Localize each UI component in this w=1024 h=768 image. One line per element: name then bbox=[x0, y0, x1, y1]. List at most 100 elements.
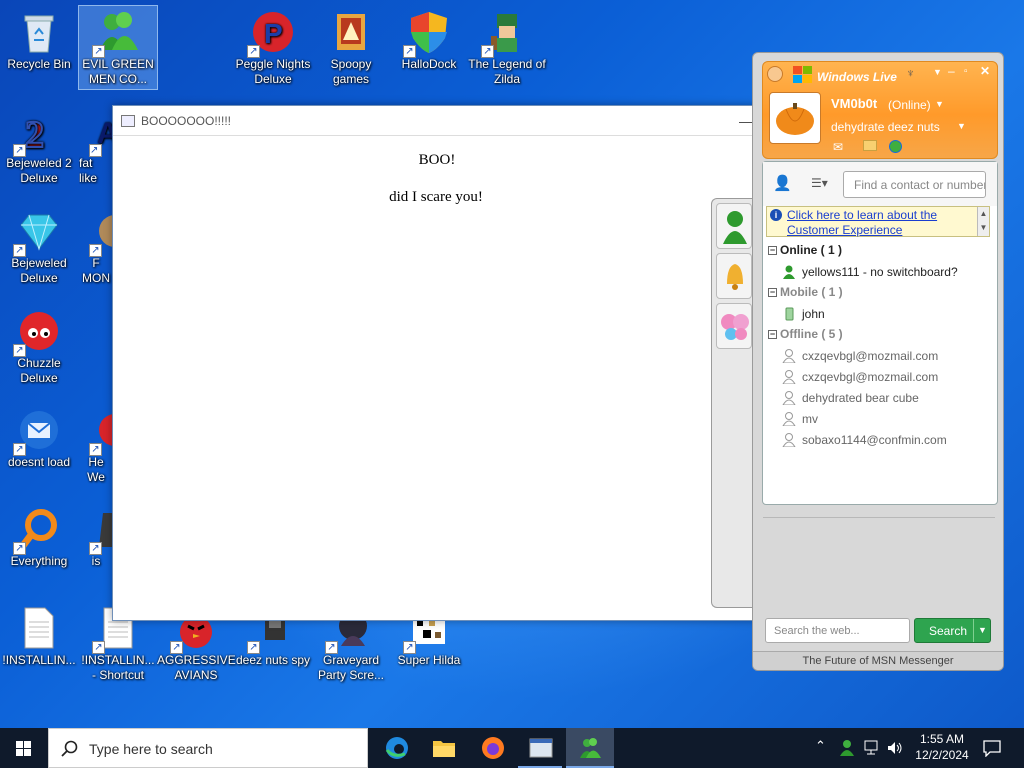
svg-text:2: 2 bbox=[25, 114, 44, 153]
shortcut-arrow-icon: ↗ bbox=[13, 542, 26, 555]
contacts-tab[interactable] bbox=[716, 203, 752, 249]
desktop-icon-f-mon[interactable]: ↗ F MON bbox=[79, 205, 113, 286]
group-header-online[interactable]: − Online ( 1 ) bbox=[764, 240, 990, 261]
status-dropdown-icon[interactable]: ▼ bbox=[935, 99, 944, 109]
desktop-icon-doesnt-load[interactable]: ↗ doesnt load bbox=[0, 404, 78, 470]
msn-tray-icon[interactable] bbox=[838, 739, 856, 757]
contact-item[interactable]: cxzqevbgl@mozmail.com bbox=[764, 366, 990, 387]
msn-taskbar-button[interactable] bbox=[566, 728, 614, 768]
web-search-input[interactable]: Search the web... bbox=[765, 618, 910, 643]
shortcut-arrow-icon: ↗ bbox=[13, 144, 26, 157]
contact-item[interactable]: mv bbox=[764, 408, 990, 429]
popup-taskbar-button[interactable] bbox=[518, 728, 562, 768]
contact-item[interactable]: sobaxo1144@confmin.com bbox=[764, 429, 990, 450]
edge-taskbar-button[interactable] bbox=[374, 728, 418, 768]
windows-logo-icon bbox=[16, 741, 31, 756]
folder-icon[interactable] bbox=[863, 140, 877, 151]
offline-buddy-icon bbox=[782, 369, 796, 384]
firefox-taskbar-button[interactable] bbox=[470, 728, 514, 768]
shortcut-arrow-icon: ↗ bbox=[481, 45, 494, 58]
desktop-icon-is[interactable]: ↗ is bbox=[79, 503, 113, 569]
list-view-icon[interactable]: ☰▾ bbox=[811, 176, 828, 190]
window-titlebar[interactable]: BOOOOOOO!!!!! — bbox=[113, 106, 761, 136]
desktop-icon-he-we[interactable]: ↗ He We bbox=[79, 404, 113, 485]
taskbar-search-box[interactable]: Type here to search bbox=[48, 728, 368, 768]
status-text[interactable]: (Online) bbox=[888, 98, 931, 112]
personal-message[interactable]: dehydrate deez nuts bbox=[831, 120, 940, 134]
menu-orb-icon[interactable] bbox=[767, 66, 783, 82]
maximize-icon[interactable]: ▫ bbox=[964, 66, 968, 77]
desktop-icon-hallodock[interactable]: ↗ HalloDock bbox=[390, 6, 468, 72]
contact-name: john bbox=[802, 306, 825, 321]
bell-icon bbox=[727, 264, 743, 290]
contact-toolbar: 👤 ☰▾ Find a contact or number bbox=[763, 162, 997, 206]
gem-icon: ↗ bbox=[13, 209, 61, 257]
fun-tab[interactable] bbox=[716, 303, 752, 349]
game-character-icon: ↗ bbox=[481, 10, 529, 58]
desktop-icon-recycle-bin[interactable]: Recycle Bin bbox=[0, 6, 78, 72]
message-dropdown-icon[interactable]: ▼ bbox=[957, 121, 966, 131]
dropdown-arrow-icon[interactable]: ▼ bbox=[933, 67, 942, 77]
mail-icon[interactable]: ✉ bbox=[833, 140, 843, 154]
collapse-icon[interactable]: − bbox=[768, 288, 777, 297]
collapse-icon[interactable]: − bbox=[768, 246, 777, 255]
clock[interactable]: 1:55 AM 12/2/2024 bbox=[910, 731, 974, 765]
msn-profile-header: Windows Live ♆ ▼ – ▫ ✕ VM0b0t (Online) ▼… bbox=[762, 61, 998, 159]
desktop-icon-bejeweled-2[interactable]: 2 ↗ Bejeweled 2 Deluxe bbox=[0, 105, 78, 186]
network-icon[interactable] bbox=[862, 740, 880, 756]
group-header-offline[interactable]: − Offline ( 5 ) bbox=[764, 324, 990, 345]
find-contact-input[interactable]: Find a contact or number bbox=[843, 171, 986, 198]
contact-item[interactable]: john bbox=[764, 303, 990, 324]
chuzzle-icon: ↗ bbox=[13, 309, 61, 357]
magnifier-icon: ↗ bbox=[13, 507, 61, 555]
minimize-icon[interactable]: – bbox=[948, 64, 955, 78]
desktop-icon-spoopy-games[interactable]: Spoopy games bbox=[312, 6, 390, 87]
add-contact-icon[interactable]: 👤 bbox=[773, 174, 792, 192]
desktop-icon-label: Recycle Bin bbox=[7, 57, 71, 71]
contact-item[interactable]: yellows111 - no switchboard? bbox=[764, 261, 990, 282]
contact-name: dehydrated bear cube bbox=[802, 390, 919, 405]
desktop-icon-chuzzle[interactable]: ↗ Chuzzle Deluxe bbox=[0, 305, 78, 386]
customize-icon[interactable]: ♆ bbox=[906, 66, 915, 80]
desktop-icon-label: HalloDock bbox=[401, 57, 457, 71]
contact-item[interactable]: dehydrated bear cube bbox=[764, 387, 990, 408]
minimize-icon[interactable]: — bbox=[739, 113, 753, 129]
shortcut-arrow-icon: ↗ bbox=[89, 443, 102, 456]
collapse-icon[interactable]: − bbox=[768, 330, 777, 339]
offline-buddy-icon bbox=[782, 411, 796, 426]
volume-icon[interactable] bbox=[886, 740, 904, 756]
notifications-icon[interactable] bbox=[982, 739, 1002, 757]
close-icon[interactable]: ✕ bbox=[980, 64, 990, 78]
customer-experience-link[interactable]: Click here to learn about the Customer E… bbox=[787, 208, 937, 237]
info-banner: i Click here to learn about the Customer… bbox=[766, 206, 990, 237]
info-icon: i bbox=[770, 209, 782, 221]
banner-scroll[interactable]: ▲ ▼ bbox=[977, 207, 989, 236]
desktop-icon-legend-of-zilda[interactable]: ↗ The Legend of Zilda bbox=[468, 6, 546, 87]
divider bbox=[763, 517, 995, 518]
search-dropdown-icon[interactable]: ▼ bbox=[978, 625, 987, 635]
start-button[interactable] bbox=[0, 728, 48, 768]
shortcut-arrow-icon: ↗ bbox=[247, 45, 260, 58]
show-hidden-icons[interactable]: ⌃ bbox=[815, 738, 826, 754]
desktop-icon-fat-like[interactable]: A ↗ fat like bbox=[79, 105, 113, 186]
display-name[interactable]: VM0b0t bbox=[831, 96, 877, 111]
contact-item[interactable]: cxzqevbgl@mozmail.com bbox=[764, 345, 990, 366]
shortcut-arrow-icon: ↗ bbox=[89, 542, 102, 555]
spaces-icon[interactable] bbox=[889, 140, 902, 153]
firefox-icon bbox=[482, 737, 504, 759]
desktop-icon-peggle[interactable]: P ↗ Peggle Nights Deluxe bbox=[234, 6, 312, 87]
shortcut-arrow-icon: ↗ bbox=[92, 641, 105, 654]
group-header-mobile[interactable]: − Mobile ( 1 ) bbox=[764, 282, 990, 303]
desktop-icon-bejeweled[interactable]: ↗ Bejeweled Deluxe bbox=[0, 205, 78, 286]
desktop-icon-evil-green-men[interactable]: ↗ EVIL GREEN MEN CO... bbox=[78, 5, 158, 90]
desktop-icon-label: F MON bbox=[82, 256, 110, 285]
search-button[interactable]: Search ▼ bbox=[914, 618, 991, 643]
file-explorer-taskbar-button[interactable] bbox=[421, 728, 465, 768]
desktop-icon-label: Everything bbox=[10, 554, 68, 568]
desktop-icon-everything[interactable]: ↗ Everything bbox=[0, 503, 78, 569]
avatar[interactable] bbox=[769, 92, 821, 144]
desktop-icon-installin[interactable]: !INSTALLIN... bbox=[0, 602, 78, 668]
alerts-tab[interactable] bbox=[716, 253, 752, 299]
boo-popup-window[interactable]: BOOOOOOO!!!!! — BOO! did I scare you! bbox=[112, 105, 762, 621]
contact-name: cxzqevbgl@mozmail.com bbox=[802, 369, 939, 384]
